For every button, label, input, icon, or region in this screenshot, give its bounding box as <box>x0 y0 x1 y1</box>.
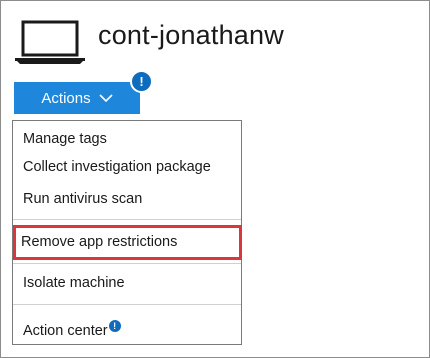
machine-name: cont-jonathanw <box>98 20 284 50</box>
menu-divider <box>13 219 241 220</box>
actions-dropdown-menu: Manage tags Collect investigation packag… <box>12 120 242 345</box>
menu-item-manage-tags[interactable]: Manage tags <box>23 131 107 147</box>
chevron-down-icon <box>99 93 113 102</box>
menu-item-run-antivirus-scan[interactable]: Run antivirus scan <box>23 191 142 207</box>
laptop-icon <box>15 20 85 64</box>
info-icon: ! <box>108 320 121 332</box>
menu-item-remove-app-restrictions[interactable]: Remove app restrictions <box>21 234 177 250</box>
actions-button[interactable]: Actions <box>14 82 140 114</box>
menu-divider <box>13 304 241 305</box>
notification-badge: ! <box>130 70 153 93</box>
menu-divider <box>13 263 241 264</box>
menu-item-action-center[interactable]: Action center! <box>23 320 121 339</box>
menu-item-action-center-label: Action center <box>23 322 108 339</box>
menu-item-collect-investigation-package[interactable]: Collect investigation package <box>23 159 211 175</box>
actions-button-label: Actions <box>41 89 91 107</box>
menu-item-isolate-machine[interactable]: Isolate machine <box>23 275 125 291</box>
